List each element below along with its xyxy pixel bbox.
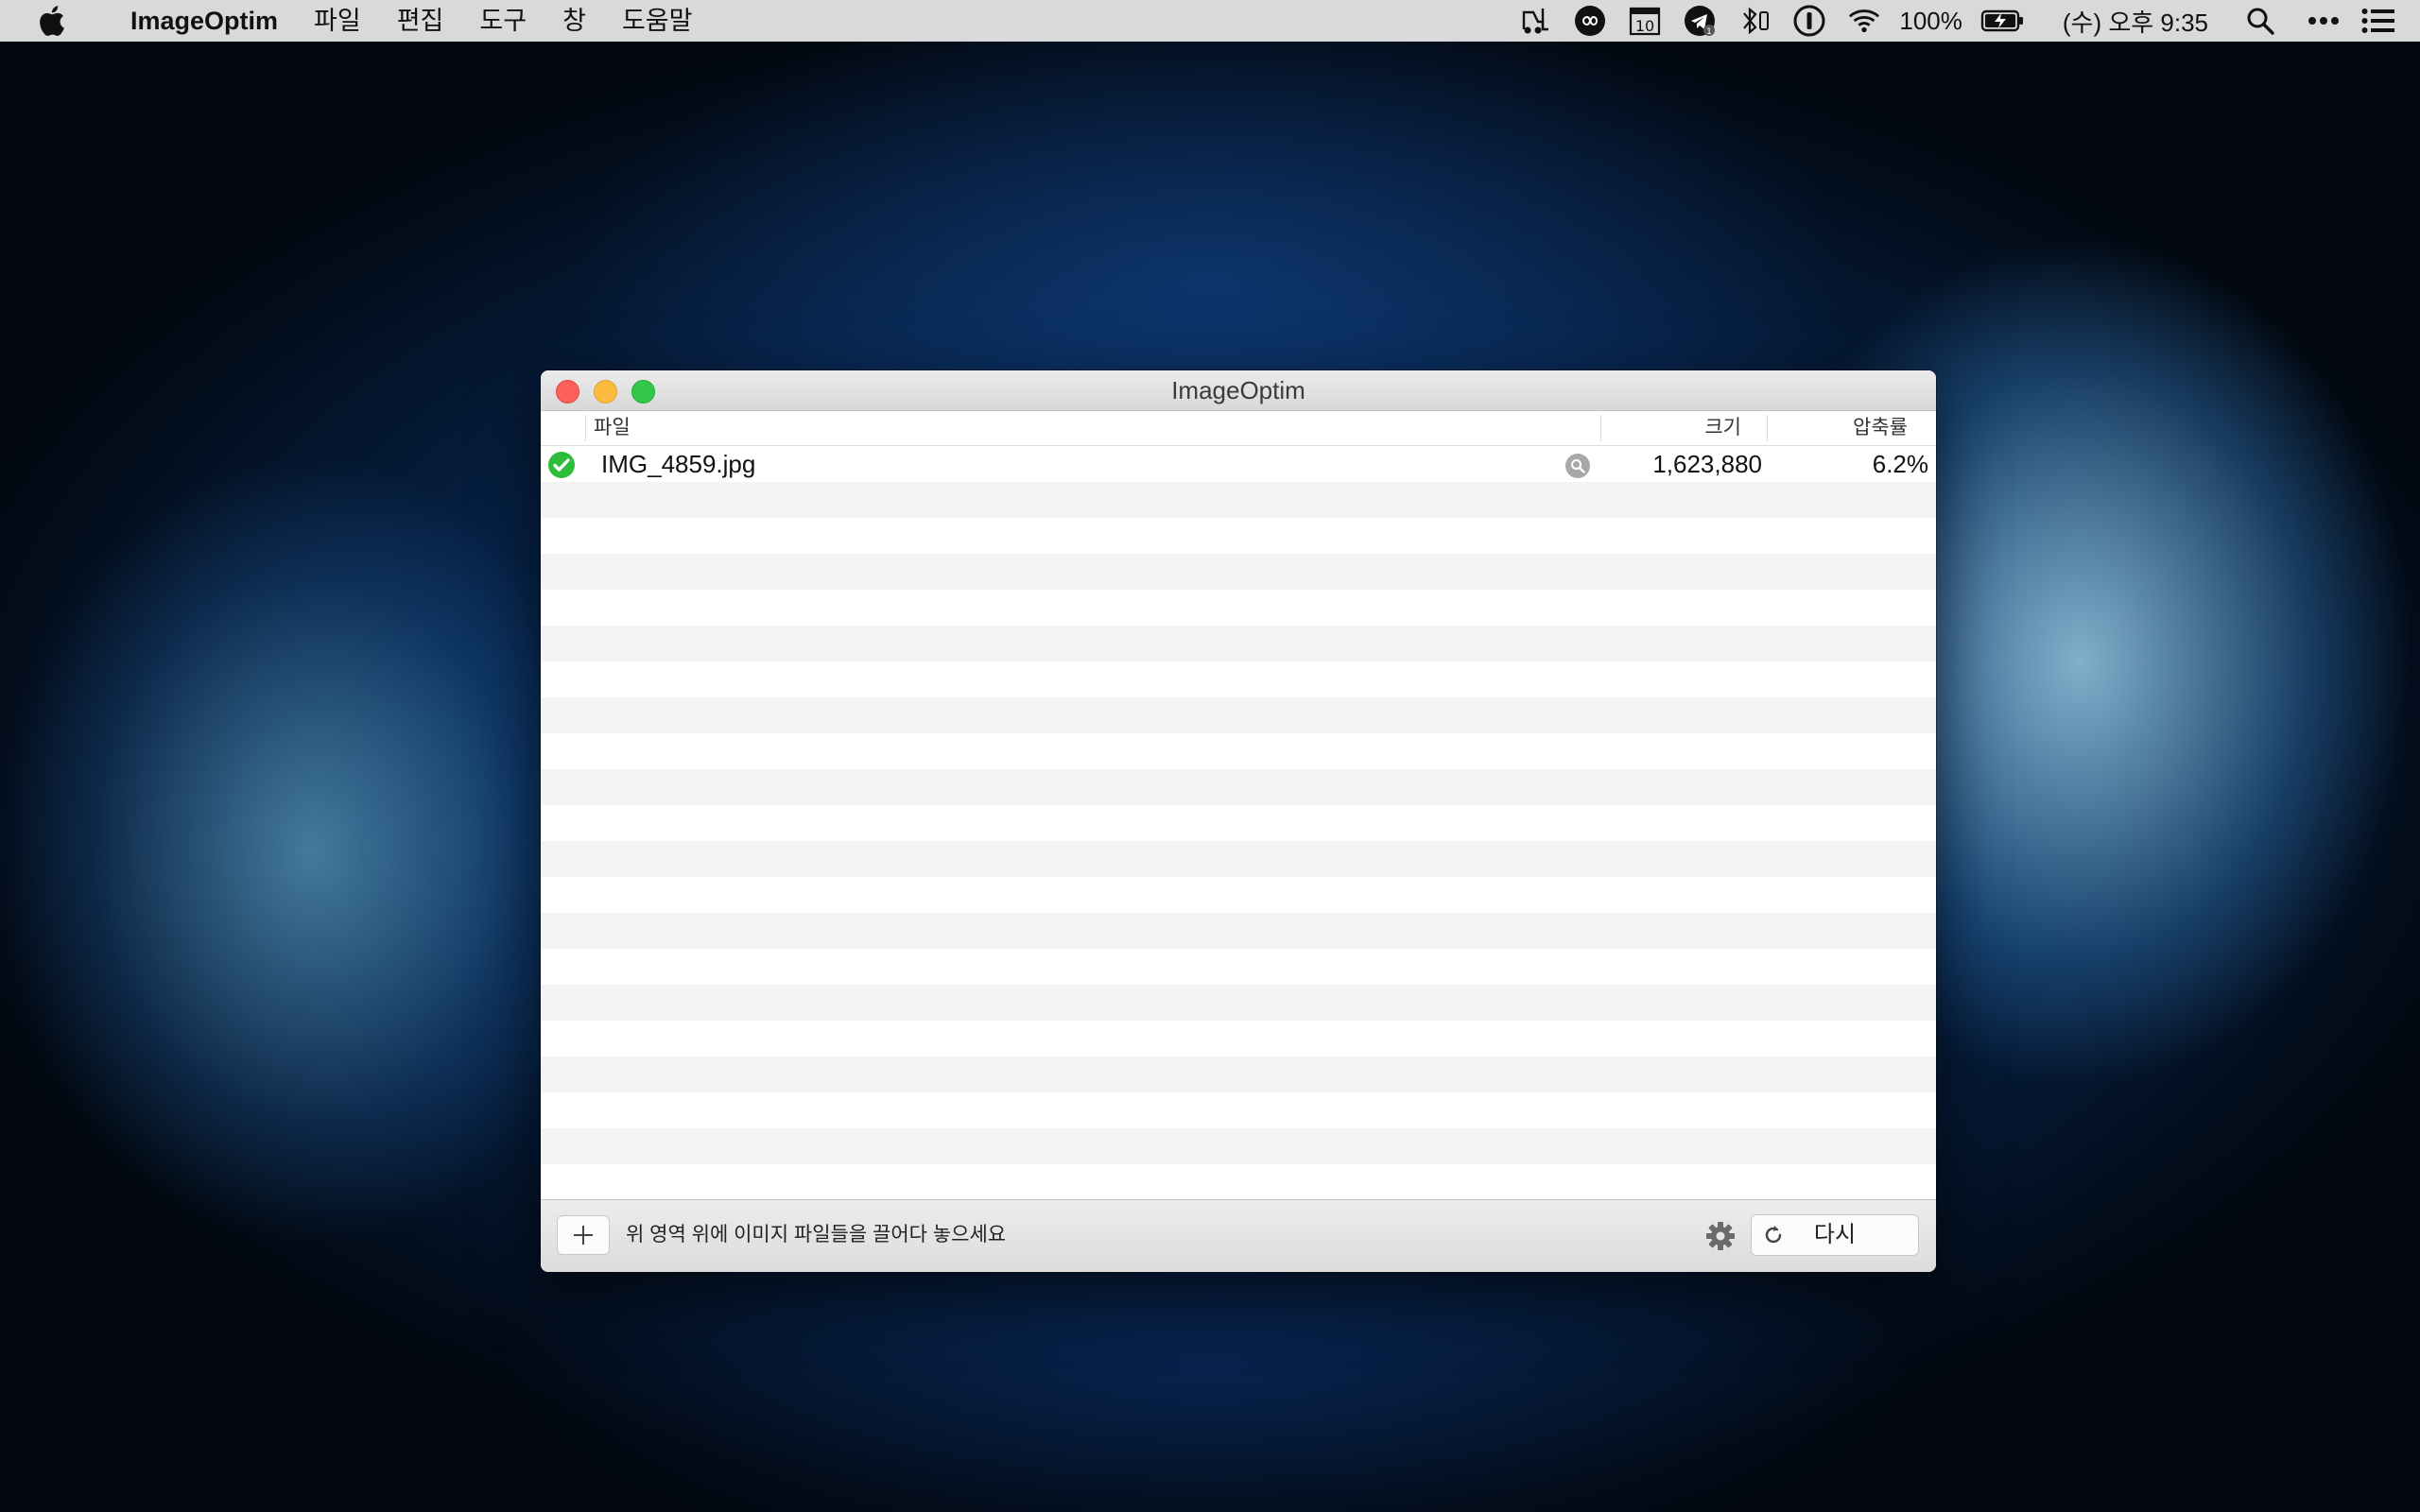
file-size: 1,623,880 bbox=[1652, 450, 1762, 478]
menu-window[interactable]: 창 bbox=[544, 0, 604, 42]
empty-row bbox=[541, 697, 1936, 733]
quicklook-icon[interactable] bbox=[1564, 453, 1591, 479]
menu-app-name[interactable]: ImageOptim bbox=[104, 0, 296, 42]
empty-row bbox=[541, 733, 1936, 769]
empty-row bbox=[541, 769, 1936, 805]
maximize-button[interactable] bbox=[631, 380, 655, 404]
onepassword-icon[interactable] bbox=[1792, 4, 1826, 38]
column-header-size[interactable]: 크기 bbox=[1704, 411, 1741, 445]
empty-row bbox=[541, 662, 1936, 697]
calendar-icon[interactable]: 10 bbox=[1628, 4, 1662, 38]
empty-row bbox=[541, 1092, 1936, 1128]
menu-tools[interactable]: 도구 bbox=[461, 0, 544, 42]
notification-center-icon[interactable] bbox=[2361, 4, 2395, 38]
menu-bar: ImageOptim 파일 편집 도구 창 도움말 10 1 100% (수) … bbox=[0, 0, 2420, 42]
bottom-toolbar: 위 영역 위에 이미지 파일들을 끌어다 놓으세요 다시 bbox=[541, 1199, 1936, 1272]
file-ratio: 6.2% bbox=[1872, 450, 1928, 478]
column-header-ratio[interactable]: 압축률 bbox=[1853, 411, 1908, 445]
more-icon[interactable] bbox=[2307, 4, 2341, 38]
checkmark-icon bbox=[548, 452, 575, 478]
infinity-icon[interactable] bbox=[1573, 4, 1607, 38]
column-separator[interactable] bbox=[585, 415, 586, 441]
bluetooth-icon[interactable] bbox=[1737, 4, 1772, 38]
empty-row bbox=[541, 626, 1936, 662]
plus-icon bbox=[574, 1226, 593, 1245]
again-label: 다시 bbox=[1813, 1222, 1857, 1247]
empty-row bbox=[541, 841, 1936, 877]
close-button[interactable] bbox=[556, 380, 579, 404]
file-list[interactable]: IMG_4859.jpg 1,623,880 6.2% bbox=[541, 446, 1936, 1200]
column-separator[interactable] bbox=[1767, 415, 1768, 441]
forklift-icon[interactable] bbox=[1518, 4, 1552, 38]
empty-row bbox=[541, 913, 1936, 949]
empty-row bbox=[541, 1021, 1936, 1057]
title-bar[interactable]: ImageOptim bbox=[541, 370, 1936, 411]
table-header: 파일 크기 압축률 bbox=[541, 411, 1936, 446]
empty-row bbox=[541, 1057, 1936, 1092]
empty-row bbox=[541, 482, 1936, 518]
svg-text:1: 1 bbox=[1706, 27, 1712, 37]
menu-file[interactable]: 파일 bbox=[296, 0, 379, 42]
menu-edit[interactable]: 편집 bbox=[379, 0, 462, 42]
empty-row bbox=[541, 554, 1936, 590]
gear-icon[interactable] bbox=[1705, 1221, 1736, 1251]
empty-row bbox=[541, 949, 1936, 985]
menu-help[interactable]: 도움말 bbox=[604, 0, 711, 42]
add-button[interactable] bbox=[557, 1215, 610, 1255]
apple-menu-icon[interactable] bbox=[38, 5, 66, 37]
empty-row bbox=[541, 805, 1936, 841]
table-row[interactable]: IMG_4859.jpg 1,623,880 6.2% bbox=[541, 446, 1936, 482]
spotlight-icon[interactable] bbox=[2243, 4, 2277, 38]
telegram-icon[interactable]: 1 bbox=[1683, 4, 1717, 38]
battery-icon[interactable] bbox=[1980, 4, 2024, 38]
again-button[interactable]: 다시 bbox=[1751, 1214, 1919, 1256]
svg-text:10: 10 bbox=[1635, 17, 1654, 35]
clock[interactable]: (수) 오후 9:35 bbox=[2063, 4, 2208, 39]
column-header-file[interactable]: 파일 bbox=[594, 411, 631, 445]
column-separator[interactable] bbox=[1600, 415, 1601, 441]
empty-row bbox=[541, 590, 1936, 626]
drop-hint: 위 영역 위에 이미지 파일들을 끌어다 놓으세요 bbox=[626, 1224, 1007, 1246]
empty-row bbox=[541, 877, 1936, 913]
wifi-icon[interactable] bbox=[1847, 4, 1881, 38]
window-title: ImageOptim bbox=[1171, 376, 1305, 404]
empty-row bbox=[541, 1164, 1936, 1200]
empty-row bbox=[541, 1128, 1936, 1164]
imageoptim-window: ImageOptim 파일 크기 압축률 IMG_4859.jpg 1,623,… bbox=[541, 370, 1936, 1272]
battery-percentage: 100% bbox=[1899, 6, 1962, 35]
file-name: IMG_4859.jpg bbox=[601, 450, 756, 478]
minimize-button[interactable] bbox=[594, 380, 617, 404]
empty-row bbox=[541, 985, 1936, 1021]
empty-row bbox=[541, 518, 1936, 554]
